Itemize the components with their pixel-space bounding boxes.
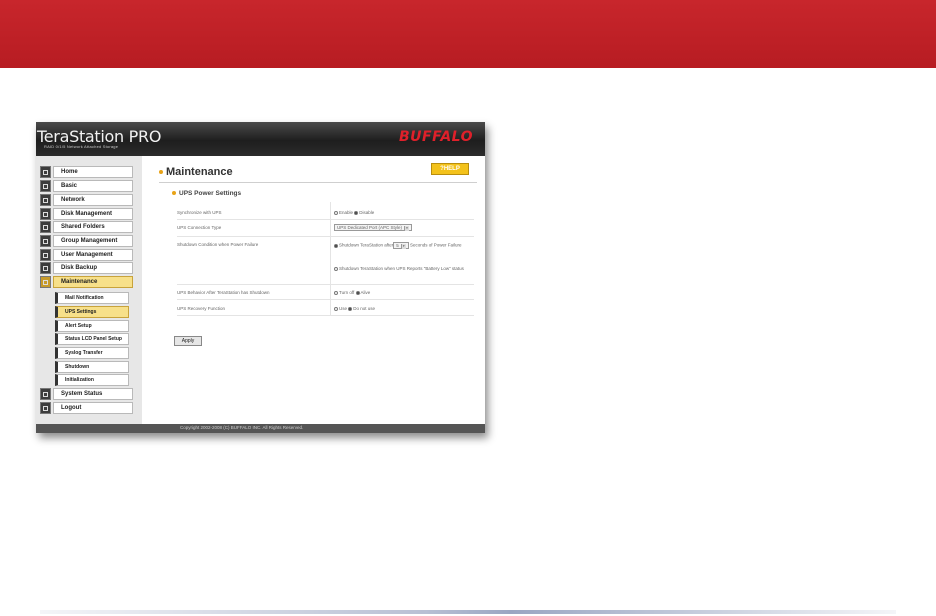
bullet-icon [159, 170, 163, 175]
bottom-rule [40, 610, 896, 614]
behavior-options: Turn off Alive [334, 290, 474, 296]
sidebar-item-label: Network [53, 194, 133, 206]
shutdown-seconds-select[interactable]: 5 ▼ [393, 242, 409, 249]
folder-icon [40, 221, 51, 233]
shutdown-condition-label: Shutdown Condition when Power Failure [177, 242, 259, 247]
home-icon [40, 166, 51, 178]
main-content: Maintenance ?HELP UPS Power Settings Syn… [142, 156, 485, 424]
row-divider [177, 284, 474, 285]
sidebar-item-network[interactable]: Network [40, 194, 133, 206]
disk-icon [40, 208, 51, 220]
connection-type-select[interactable]: UPS Dedicated Port (APC Style) ▼ [334, 224, 413, 231]
copyright-text: Copyright 2002-2008 (C) BUFFALO INC. All… [180, 425, 304, 430]
subitem-lcd-panel-setup[interactable]: Status LCD Panel Setup [55, 333, 129, 345]
shutdown-option-2: Shutdown TeraStation when UPS Reports "B… [334, 266, 474, 272]
terastation-screenshot: TeraStation PRO RAID 0/1/5 Network Attac… [36, 122, 485, 433]
recovery-not-use-radio[interactable] [348, 306, 353, 311]
sidebar-item-label: Group Management [53, 235, 133, 247]
behavior-label: UPS Behavior After TeraStation has Shutd… [177, 290, 270, 295]
sidebar-item-home[interactable]: Home [40, 166, 133, 178]
group-icon [40, 235, 51, 247]
sidebar-item-group-management[interactable]: Group Management [40, 235, 133, 247]
column-divider [330, 202, 331, 315]
shutdown-after-radio[interactable] [334, 243, 338, 248]
sidebar-item-label: Logout [53, 402, 133, 414]
shutdown-battery-low-radio[interactable] [334, 266, 338, 271]
behavior-turn-off-radio[interactable] [334, 290, 338, 295]
top-banner [0, 0, 936, 68]
sidebar-item-disk-backup[interactable]: Disk Backup [40, 262, 133, 274]
section-title: UPS Power Settings [172, 190, 241, 197]
subitem-alert-setup[interactable]: Alert Setup [55, 320, 129, 332]
sidebar-item-user-management[interactable]: User Management [40, 249, 133, 261]
row-divider [177, 299, 474, 300]
backup-icon [40, 262, 51, 274]
sidebar-item-logout[interactable]: Logout [40, 402, 133, 414]
help-button[interactable]: ?HELP [431, 163, 469, 175]
sync-enable-radio[interactable] [334, 210, 338, 215]
recovery-options: Use Do not use [334, 306, 474, 312]
recovery-use-radio[interactable] [334, 306, 338, 311]
page-title: Maintenance [159, 166, 233, 178]
sidebar-item-label: User Management [53, 249, 133, 261]
sidebar-item-label: Shared Folders [53, 221, 133, 233]
subitem-shutdown[interactable]: Shutdown [55, 361, 129, 373]
sidebar-item-label: Disk Management [53, 208, 133, 220]
row-divider [177, 219, 474, 220]
sync-label: Synchronize with UPS [177, 210, 222, 215]
status-icon [40, 388, 51, 400]
sidebar-item-label: Disk Backup [53, 262, 133, 274]
connection-type-cell: UPS Dedicated Port (APC Style) ▼ [334, 224, 474, 231]
sync-disable-radio[interactable] [354, 210, 359, 215]
sidebar-item-label: Basic [53, 180, 133, 192]
sync-options: Enable Disable [334, 210, 474, 216]
basic-icon [40, 180, 51, 192]
chevron-down-icon: ▼ [404, 226, 410, 231]
tools-icon [40, 276, 51, 288]
sidebar-item-label: Maintenance [53, 276, 133, 288]
logout-icon [40, 402, 51, 414]
bullet-icon [172, 191, 176, 196]
behavior-alive-radio[interactable] [355, 290, 360, 295]
app-header: TeraStation PRO RAID 0/1/5 Network Attac… [36, 122, 485, 156]
subitem-syslog-transfer[interactable]: Syslog Transfer [55, 347, 129, 359]
recovery-label: UPS Recovery Function [177, 306, 226, 311]
apply-button[interactable]: Apply [174, 336, 202, 346]
sidebar-item-basic[interactable]: Basic [40, 180, 133, 192]
network-icon [40, 194, 51, 206]
connection-type-label: UPS Connection Type [177, 225, 222, 230]
chevron-down-icon: ▼ [400, 244, 406, 249]
sidebar-item-label: Home [53, 166, 133, 178]
subitem-ups-settings[interactable]: UPS Settings [55, 306, 129, 318]
sidebar-item-disk-management[interactable]: Disk Management [40, 208, 133, 220]
user-icon [40, 249, 51, 261]
shutdown-option-1: Shutdown TeraStation after 5 ▼ Seconds of … [334, 242, 474, 249]
logo-subtitle: RAID 0/1/5 Network Attached Storage [44, 144, 119, 149]
title-divider [159, 182, 477, 183]
row-divider [177, 315, 474, 316]
sidebar-item-shared-folders[interactable]: Shared Folders [40, 221, 133, 233]
sidebar-item-maintenance[interactable]: Maintenance [40, 276, 133, 288]
row-divider [177, 236, 474, 237]
sidebar: Home Basic Network Disk Management Share… [36, 156, 142, 424]
buffalo-logo: BUFFALO [398, 129, 473, 145]
sidebar-item-label: System Status [53, 388, 133, 400]
subitem-initialization[interactable]: Initialization [55, 374, 129, 386]
footer: Copyright 2002-2008 (C) BUFFALO INC. All… [36, 424, 485, 433]
subitem-mail-notification[interactable]: Mail Notification [55, 292, 129, 304]
sidebar-item-system-status[interactable]: System Status [40, 388, 133, 400]
